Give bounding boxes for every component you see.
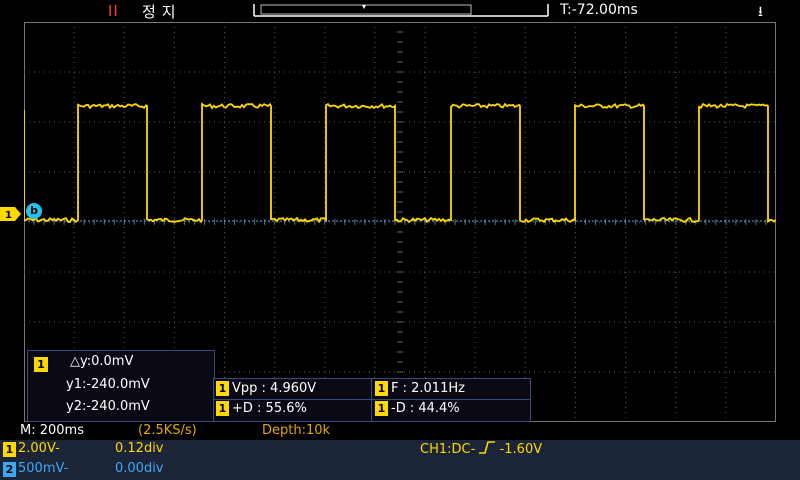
ch1-offset: 0.12div: [115, 441, 164, 456]
cursor-channel-badge: 1: [34, 357, 48, 372]
cursor-y2: y2:-240.0mV: [66, 399, 150, 414]
channel-status-bar: 1 2.00V- 0.12div CH1:DC- -1.60V 2 500mV-…: [0, 440, 800, 480]
run-state-label: 정지: [142, 3, 182, 21]
ch1-level-marker[interactable]: 1: [0, 207, 22, 221]
measurement-channel-badge: 1: [375, 381, 388, 396]
trigger-source-coupling: CH1:DC-: [420, 442, 476, 457]
top-status-bar: II 정지 T:-72.00ms ⭳: [0, 0, 800, 22]
sample-rate-readout: (2.5KS/s): [138, 423, 197, 438]
memory-position-bar[interactable]: [253, 3, 549, 17]
trigger-info[interactable]: CH1:DC- -1.60V: [420, 441, 542, 457]
ch2-badge[interactable]: 2: [3, 462, 16, 477]
timebase-readout[interactable]: M: 200ms: [20, 423, 84, 438]
measurement-positive-duty-value: +D : 55.6%: [232, 401, 307, 416]
measurement-positive-duty: 1 +D : 55.6%: [216, 401, 307, 421]
measurement-negative-duty-value: -D : 44.4%: [391, 401, 460, 416]
measurement-channel-badge: 1: [216, 381, 229, 396]
trigger-position-marker: [362, 5, 366, 9]
ch2-offset: 0.00div: [115, 461, 164, 476]
ch1-scale: 2.00V-: [18, 441, 60, 456]
measurement-negative-duty: 1 -D : 44.4%: [375, 401, 460, 421]
acquisition-status-bar: M: 200ms (2.5KS/s) Depth:10k: [0, 422, 800, 440]
oscilloscope-screen: II 정지 T:-72.00ms ⭳ 1 b 1 △y:0.0mV y1:-24…: [0, 0, 800, 480]
divider: [371, 379, 372, 421]
cursor-delta-y: △y:0.0mV: [70, 354, 134, 369]
ch2-status-row[interactable]: 2 500mV- 0.00div: [0, 460, 800, 479]
pause-icon: II: [108, 2, 119, 20]
measurement-frequency-value: F : 2.011Hz: [391, 381, 465, 396]
ch1-status-row[interactable]: 1 2.00V- 0.12div CH1:DC- -1.60V: [0, 440, 800, 459]
measurement-frequency: 1F : 2.011Hz: [375, 381, 465, 401]
measurement-vpp: 1 Vpp : 4.960V: [216, 381, 316, 401]
reference-marker-b[interactable]: b: [26, 203, 42, 219]
svg-text:1: 1: [5, 210, 12, 221]
memory-depth-readout: Depth:10k: [262, 423, 331, 438]
measurement-channel-badge: 1: [375, 401, 388, 416]
ch2-scale: 500mV-: [18, 461, 69, 476]
cursor-panel: 1 △y:0.0mV y1:-240.0mV y2:-240.0mV: [27, 350, 215, 422]
rising-edge-icon: [479, 441, 496, 454]
measurement-vpp-value: Vpp : 4.960V: [232, 381, 317, 396]
cursor-y1: y1:-240.0mV: [66, 377, 150, 392]
measurement-panel: 1 Vpp : 4.960V 1F : 2.011Hz 1 +D : 55.6% 1…: [213, 378, 531, 422]
ch1-badge[interactable]: 1: [3, 442, 16, 457]
trigger-level: -1.60V: [499, 442, 543, 457]
trigger-time-readout: T:-72.00ms: [560, 2, 638, 18]
measurement-channel-badge: 1: [216, 401, 229, 416]
